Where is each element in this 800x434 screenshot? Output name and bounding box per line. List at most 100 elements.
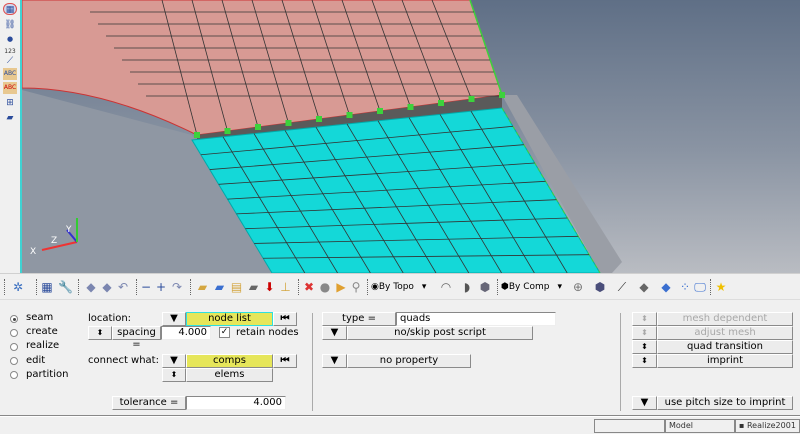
element-labels-icon[interactable]: ⊞ [3, 97, 17, 109]
axis-y-label: Y [65, 225, 72, 235]
surface-shaded-icon[interactable]: ◗ [458, 279, 476, 295]
display-loads-icon[interactable]: ⬇ [262, 279, 277, 295]
pitch-dropdown[interactable]: ▼ [632, 396, 657, 410]
shaded-elements-icon[interactable]: ⬢ [590, 279, 610, 295]
panel-divider-right [620, 313, 621, 411]
shaded-geom-icon[interactable]: ◠ [437, 279, 455, 295]
location-reset-button[interactable]: ⏮ [273, 312, 297, 326]
seam-node [438, 100, 444, 106]
radio-realize-label[interactable]: realize [26, 339, 59, 353]
property-selector[interactable]: no property [347, 354, 471, 368]
location-dropdown-button[interactable]: ▼ [162, 312, 186, 326]
type-label-button[interactable]: type = [322, 312, 396, 326]
radio-partition-label[interactable]: partition [26, 368, 68, 382]
connect-what-label: connect what: [88, 355, 159, 366]
spacing-input[interactable]: 4.000 [161, 326, 211, 340]
seam-node [346, 112, 353, 118]
seam-node [255, 124, 261, 130]
left-toolbar: ▦ ⛓ ● 123 ⟋ ABC ABC ⊞ ▰ [0, 0, 20, 273]
display-elems-icon[interactable]: ▰ [246, 279, 261, 295]
radio-edit-label[interactable]: edit [26, 354, 45, 368]
spacing-label-button[interactable]: spacing = [112, 326, 161, 350]
connect-reset-button[interactable]: ⏮ [273, 354, 297, 368]
seam-node [468, 96, 475, 102]
redo-icon[interactable]: ↷ [170, 279, 184, 295]
load-labels-icon[interactable]: ABC [3, 82, 17, 94]
element-shrink-icon[interactable]: ⁘ [678, 279, 692, 295]
numbers-icon[interactable]: ● 123 [3, 33, 17, 55]
monitor-icon[interactable]: 🖵 [693, 279, 707, 295]
radio-create-label[interactable]: create [26, 325, 58, 339]
status-separator [0, 415, 800, 417]
links-icon[interactable]: ⛓ [3, 19, 17, 31]
retain-nodes-checkbox[interactable]: ✓ [219, 327, 230, 338]
topo-color-select[interactable]: ◉By Topo ▾ [371, 279, 433, 295]
solid-icon[interactable]: ⬢ [478, 279, 492, 295]
axis-x-label: X [30, 247, 36, 257]
location-node-list-selector[interactable]: node list [186, 312, 273, 326]
connect-dropdown-button[interactable]: ▼ [162, 354, 186, 368]
imprint-toggle[interactable]: ⬍ [632, 354, 657, 368]
tolerance-input[interactable]: 4.000 [186, 396, 286, 410]
display-all-icon[interactable]: ▰ [212, 279, 227, 295]
minus-icon[interactable]: − [140, 279, 152, 295]
adjust-mesh-toggle: ⬍ [632, 326, 657, 340]
connect-comps-selector[interactable]: comps [186, 354, 273, 368]
display-systems-icon[interactable]: ⊥ [278, 279, 293, 295]
connect-type-elems[interactable]: elems [186, 368, 273, 382]
mesh-view-icon[interactable]: ▦ [40, 279, 54, 295]
review-icon[interactable]: ⚲ [350, 279, 362, 295]
radio-create[interactable] [10, 329, 18, 337]
quad-transition-button[interactable]: quad transition [657, 340, 793, 354]
seam-node [407, 104, 414, 110]
imprint-button[interactable]: imprint [657, 354, 793, 368]
pitch-size-selector[interactable]: use pitch size to imprint [657, 396, 793, 410]
display-only-icon[interactable]: ▤ [229, 279, 244, 295]
status-component[interactable]: ▪ Realize2001 [735, 419, 800, 433]
mesh-dependent-button: mesh dependent [657, 312, 793, 326]
undo-view-icon[interactable]: ↶ [116, 279, 130, 295]
wireframe-icon[interactable]: ⊕ [568, 279, 588, 295]
property-dropdown[interactable]: ▼ [322, 354, 347, 368]
seam-node [377, 108, 383, 114]
model-view-icon[interactable]: ✲ [9, 279, 27, 295]
measure-icon[interactable]: ⟋ [3, 55, 17, 67]
favorites-star-icon[interactable]: ★ [714, 279, 728, 295]
panel-divider [312, 313, 313, 411]
radio-seam[interactable] [10, 315, 18, 323]
3d-element-icon[interactable]: ◆ [656, 279, 676, 295]
post-script-selector[interactable]: no/skip post script [347, 326, 533, 340]
find-icon[interactable]: ▶ [334, 279, 348, 295]
seam-node [285, 120, 292, 126]
seam-node [316, 116, 322, 122]
main-toolbar: ✲ ▦ 🔧 ◆ ◆ ↶ − + ↷ ▰ ▰ ▤ ▰ ⬇ ⊥ ✖ ● ▶ ⚲ ◉B… [0, 273, 800, 299]
display-comps-icon[interactable]: ▰ [195, 279, 210, 295]
model-mesh: X Z Y [22, 0, 622, 273]
radio-realize[interactable] [10, 343, 18, 351]
arrow-left-icon[interactable]: ◆ [84, 279, 98, 295]
radio-partition[interactable] [10, 371, 18, 379]
radio-edit[interactable] [10, 357, 18, 365]
2d-element-icon[interactable]: ◆ [634, 279, 654, 295]
1d-element-icon[interactable]: ⟋ [612, 279, 632, 295]
retain-nodes-label[interactable]: retain nodes [236, 326, 299, 340]
plane-icon[interactable]: ▰ [3, 112, 17, 124]
plus-icon[interactable]: + [155, 279, 167, 295]
connect-type-toggle[interactable]: ⬍ [162, 368, 186, 382]
spacing-toggle-button[interactable]: ⬍ [88, 326, 112, 340]
type-input[interactable]: quads [396, 312, 556, 326]
tolerance-label-button[interactable]: tolerance = [112, 396, 186, 410]
graphics-viewport[interactable]: X Z Y [20, 0, 800, 273]
arrow-right-icon[interactable]: ◆ [100, 279, 114, 295]
status-field-empty [594, 419, 665, 433]
delete-icon[interactable]: ✖ [302, 279, 316, 295]
mesh-display-icon[interactable]: ▦ [3, 3, 17, 15]
component-labels-icon[interactable]: ABC [3, 68, 17, 80]
radio-seam-label[interactable]: seam [26, 311, 53, 325]
comp-color-select[interactable]: ⬢By Comp ▾ [501, 279, 563, 295]
adjust-mesh-button: adjust mesh [657, 326, 793, 340]
mask-icon[interactable]: ● [318, 279, 332, 295]
post-script-dropdown[interactable]: ▼ [322, 326, 347, 340]
quad-transition-toggle[interactable]: ⬍ [632, 340, 657, 354]
wrench-icon[interactable]: 🔧 [58, 279, 73, 295]
